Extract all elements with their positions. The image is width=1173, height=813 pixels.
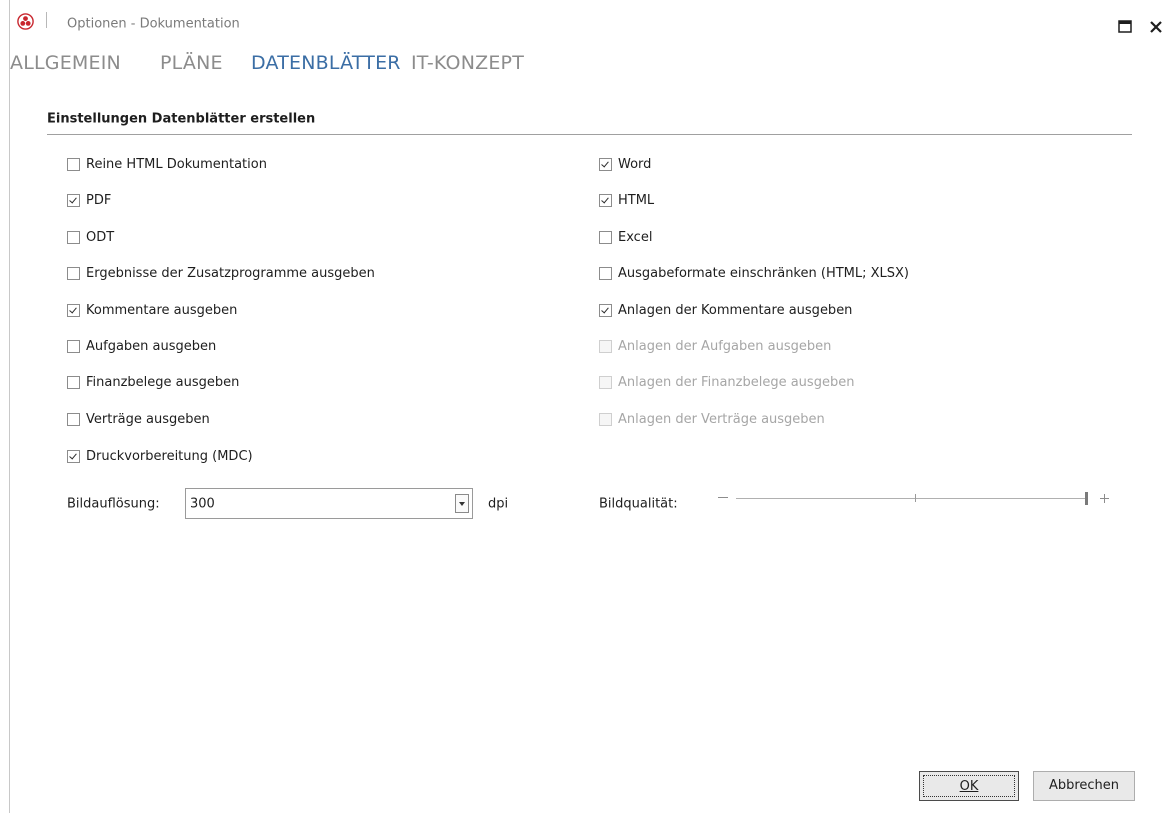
checkbox-finanzbelege-ausgeben[interactable]: Finanzbelege ausgeben	[67, 372, 239, 392]
checkbox-anlagen-vertraege: Anlagen der Verträge ausgeben	[599, 409, 825, 429]
checkbox-box	[599, 375, 612, 389]
title-separator	[46, 12, 47, 28]
checkbox-box[interactable]	[67, 266, 80, 280]
checkbox-label: Anlagen der Verträge ausgeben	[618, 411, 825, 427]
checkbox-label: Word	[618, 156, 652, 172]
checkbox-word[interactable]: Word	[599, 154, 651, 174]
checkbox-label: Kommentare ausgeben	[86, 302, 238, 318]
close-icon[interactable]	[1148, 19, 1164, 35]
tab-datenblaetter[interactable]: DATENBLÄTTER	[251, 52, 401, 74]
checkbox-label: HTML	[618, 192, 655, 208]
checkbox-label: Anlagen der Aufgaben ausgeben	[618, 338, 832, 354]
checkbox-box[interactable]	[67, 193, 80, 207]
checkbox-vertraege-ausgeben[interactable]: Verträge ausgeben	[67, 409, 210, 429]
checkbox-label: Ergebnisse der Zusatzprogramme ausgeben	[86, 265, 375, 281]
slider-track[interactable]	[736, 498, 1088, 499]
checkbox-anlagen-finanzbelege: Anlagen der Finanzbelege ausgeben	[599, 372, 854, 392]
checkbox-box	[599, 412, 612, 426]
checkbox-box[interactable]	[67, 157, 80, 171]
checkbox-box[interactable]	[599, 266, 612, 280]
checkbox-label: Finanzbelege ausgeben	[86, 374, 240, 390]
checkbox-box[interactable]	[67, 412, 80, 426]
chevron-down-icon[interactable]	[455, 494, 469, 513]
quality-label: Bildqualität:	[599, 496, 678, 512]
checkbox-box	[599, 339, 612, 353]
checkbox-label: Reine HTML Dokumentation	[86, 156, 267, 172]
ok-button-label: OK	[923, 775, 1015, 797]
checkbox-label: Verträge ausgeben	[86, 411, 210, 427]
minus-icon	[718, 497, 728, 498]
section-divider	[47, 134, 1132, 135]
checkbox-anlagen-aufgaben: Anlagen der Aufgaben ausgeben	[599, 336, 831, 356]
window-title: Optionen - Dokumentation	[67, 16, 240, 32]
maximize-icon[interactable]	[1118, 19, 1134, 35]
checkbox-label: Druckvorbereitung (MDC)	[86, 448, 253, 464]
checkbox-box[interactable]	[67, 339, 80, 353]
tab-it-konzept[interactable]: IT-KONZEPT	[411, 52, 524, 74]
checkbox-druckvorbereitung-mdc[interactable]: Druckvorbereitung (MDC)	[67, 446, 253, 466]
slider-tick	[915, 494, 916, 502]
checkbox-box[interactable]	[67, 375, 80, 389]
plus-icon	[1104, 494, 1105, 503]
checkbox-html[interactable]: HTML	[599, 190, 654, 210]
checkbox-ergebnisse-zusatzprogramme[interactable]: Ergebnisse der Zusatzprogramme ausgeben	[67, 263, 375, 283]
checkbox-box[interactable]	[67, 449, 80, 463]
checkbox-pdf[interactable]: PDF	[67, 190, 111, 210]
checkbox-reine-html-dokumentation[interactable]: Reine HTML Dokumentation	[67, 154, 267, 174]
checkbox-ausgabeformate-einschraenken[interactable]: Ausgabeformate einschränken (HTML; XLSX)	[599, 263, 909, 283]
checkbox-label: Anlagen der Kommentare ausgeben	[618, 302, 853, 318]
checkbox-box[interactable]	[599, 157, 612, 171]
resolution-unit: dpi	[488, 496, 509, 512]
checkbox-label: Excel	[618, 229, 653, 245]
checkbox-box[interactable]	[67, 230, 80, 244]
checkbox-label: Ausgabeformate einschränken (HTML; XLSX)	[618, 265, 910, 281]
section-title: Einstellungen Datenblätter erstellen	[47, 111, 316, 127]
checkbox-anlagen-kommentare[interactable]: Anlagen der Kommentare ausgeben	[599, 300, 852, 320]
tab-allgemein[interactable]: ALLGEMEIN	[10, 52, 121, 74]
app-logo-icon	[17, 13, 34, 30]
checkbox-excel[interactable]: Excel	[599, 227, 652, 247]
checkbox-label: ODT	[86, 229, 115, 245]
checkbox-box[interactable]	[67, 303, 80, 317]
resolution-value: 300	[190, 496, 215, 511]
resolution-label: Bildauflösung:	[67, 496, 160, 512]
ok-button[interactable]: OK	[919, 771, 1019, 801]
checkbox-box[interactable]	[599, 193, 612, 207]
quality-slider[interactable]	[718, 492, 1118, 512]
checkbox-label: Aufgaben ausgeben	[86, 338, 217, 354]
cancel-button[interactable]: Abbrechen	[1033, 771, 1135, 801]
tab-plaene[interactable]: PLÄNE	[160, 52, 223, 74]
checkbox-box[interactable]	[599, 303, 612, 317]
checkbox-label: PDF	[86, 192, 112, 208]
checkbox-aufgaben-ausgeben[interactable]: Aufgaben ausgeben	[67, 336, 216, 356]
checkbox-odt[interactable]: ODT	[67, 227, 114, 247]
checkbox-label: Anlagen der Finanzbelege ausgeben	[618, 374, 855, 390]
checkbox-box[interactable]	[599, 230, 612, 244]
resolution-dropdown[interactable]: 300	[185, 488, 473, 519]
slider-thumb[interactable]	[1085, 492, 1088, 505]
checkbox-kommentare-ausgeben[interactable]: Kommentare ausgeben	[67, 300, 237, 320]
